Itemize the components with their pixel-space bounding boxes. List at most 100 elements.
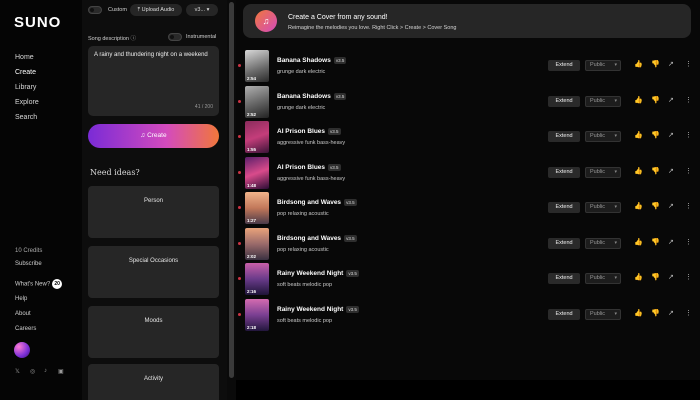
share-icon[interactable]: ↗	[668, 238, 674, 246]
song-tags[interactable]: aggressive funk bass-heavy	[277, 176, 345, 182]
subscribe-link[interactable]: Subscribe	[15, 261, 42, 267]
song-title[interactable]: Banana Shadows v3.5	[277, 92, 347, 100]
more-options-icon[interactable]: ⋮	[685, 131, 692, 139]
song-row[interactable]: 2:16 Rainy Weekend Night v3.5 soft beats …	[236, 261, 700, 297]
share-icon[interactable]: ↗	[668, 167, 674, 175]
x-icon[interactable]: 𝕏	[15, 368, 20, 375]
song-description-input[interactable]: A rainy and thundering night on a weeken…	[88, 46, 219, 116]
like-icon[interactable]: 👍	[634, 309, 643, 317]
more-options-icon[interactable]: ⋮	[685, 238, 692, 246]
upload-audio-button[interactable]: ⤒ Upload Audio	[130, 4, 182, 16]
visibility-select[interactable]: Public ▾	[585, 273, 621, 284]
song-row[interactable]: 2:18 Rainy Weekend Night v3.5 soft beats …	[236, 297, 700, 333]
help-link[interactable]: Help	[15, 296, 27, 302]
share-icon[interactable]: ↗	[668, 309, 674, 317]
song-tags[interactable]: pop relaxing acoustic	[277, 211, 329, 217]
song-title[interactable]: AI Prison Blues v3.5	[277, 128, 341, 135]
extend-button[interactable]: Extend	[548, 95, 580, 107]
like-icon[interactable]: 👍	[634, 273, 643, 281]
song-title[interactable]: AI Prison Blues v3.5	[277, 163, 341, 171]
suno-logo[interactable]: SUNO	[14, 14, 61, 31]
song-title[interactable]: Birdsong and Waves v3.5	[277, 199, 357, 206]
song-thumbnail[interactable]: 2:18	[245, 298, 269, 331]
share-icon[interactable]: ↗	[668, 273, 674, 281]
dislike-icon[interactable]: 👎	[651, 167, 660, 175]
more-options-icon[interactable]: ⋮	[685, 96, 692, 104]
song-title[interactable]: Birdsong and Waves v3.5	[277, 234, 357, 242]
visibility-select[interactable]: Public ▾	[585, 131, 621, 142]
song-row[interactable]: 1:55 AI Prison Blues v3.5 aggressive funk…	[236, 119, 700, 155]
visibility-select[interactable]: Public ▾	[585, 308, 621, 320]
idea-card-moods[interactable]: Moods	[88, 306, 219, 358]
dislike-icon[interactable]: 👎	[651, 96, 660, 104]
song-tags[interactable]: pop relaxing acoustic	[277, 247, 329, 253]
like-icon[interactable]: 👍	[634, 60, 643, 68]
like-icon[interactable]: 👍	[634, 167, 643, 175]
song-row[interactable]: 2:02 Birdsong and Waves v3.5 pop relaxing…	[236, 226, 700, 262]
idea-card-special-occasions[interactable]: Special Occasions	[88, 246, 219, 298]
tiktok-icon[interactable]: ♪	[44, 368, 47, 374]
model-version-select[interactable]: v3... ▾	[186, 4, 218, 16]
song-thumbnail[interactable]: 2:02	[245, 227, 269, 260]
about-link[interactable]: About	[15, 311, 31, 317]
share-icon[interactable]: ↗	[668, 202, 674, 210]
instrumental-toggle[interactable]	[168, 33, 182, 41]
extend-button[interactable]: Extend	[548, 202, 580, 213]
panel-scrollbar[interactable]	[227, 0, 236, 400]
song-tags[interactable]: grunge dark electric	[277, 69, 325, 75]
song-thumbnail[interactable]: 1:48	[245, 156, 269, 189]
song-thumbnail[interactable]: 2:54	[245, 50, 269, 82]
user-avatar[interactable]	[14, 342, 30, 358]
song-row[interactable]: 1:48 AI Prison Blues v3.5 aggressive funk…	[236, 155, 700, 191]
dislike-icon[interactable]: 👎	[651, 273, 660, 281]
idea-card-activity[interactable]: Activity	[88, 364, 219, 400]
like-icon[interactable]: 👍	[634, 131, 643, 139]
discord-icon[interactable]: ▣	[58, 368, 64, 375]
instagram-icon[interactable]: ◎	[30, 368, 35, 375]
like-icon[interactable]: 👍	[634, 96, 643, 104]
dislike-icon[interactable]: 👎	[651, 309, 660, 317]
song-title[interactable]: Rainy Weekend Night v3.5	[277, 305, 359, 313]
share-icon[interactable]: ↗	[668, 60, 674, 68]
extend-button[interactable]: Extend	[548, 166, 580, 178]
song-thumbnail[interactable]: 1:55	[245, 121, 269, 153]
whats-new-link[interactable]: What's New? 20	[15, 279, 63, 289]
visibility-select[interactable]: Public ▾	[585, 202, 621, 213]
visibility-select[interactable]: Public ▾	[585, 237, 621, 249]
song-row[interactable]: 2:52 Banana Shadows v3.5 grunge dark elec…	[236, 84, 700, 120]
idea-card-person[interactable]: Person	[88, 186, 219, 238]
dislike-icon[interactable]: 👎	[651, 60, 660, 68]
dislike-icon[interactable]: 👎	[651, 202, 660, 210]
song-tags[interactable]: aggressive funk bass-heavy	[277, 140, 345, 146]
song-title[interactable]: Rainy Weekend Night v3.5	[277, 270, 359, 277]
dislike-icon[interactable]: 👎	[651, 131, 660, 139]
song-thumbnail[interactable]: 1:27	[245, 192, 269, 224]
more-options-icon[interactable]: ⋮	[685, 60, 692, 68]
careers-link[interactable]: Careers	[15, 326, 36, 332]
extend-button[interactable]: Extend	[548, 60, 580, 71]
song-thumbnail[interactable]: 2:52	[245, 85, 269, 118]
custom-toggle[interactable]	[88, 6, 102, 14]
share-icon[interactable]: ↗	[668, 96, 674, 104]
nav-create[interactable]: Create	[15, 69, 36, 76]
extend-button[interactable]: Extend	[548, 308, 580, 320]
more-options-icon[interactable]: ⋮	[685, 167, 692, 175]
visibility-select[interactable]: Public ▾	[585, 166, 621, 178]
extend-button[interactable]: Extend	[548, 131, 580, 142]
song-thumbnail[interactable]: 2:16	[245, 263, 269, 295]
song-row[interactable]: 2:54 Banana Shadows v3.5 grunge dark elec…	[236, 48, 700, 84]
nav-explore[interactable]: Explore	[15, 99, 39, 106]
nav-search[interactable]: Search	[15, 114, 37, 121]
extend-button[interactable]: Extend	[548, 273, 580, 284]
visibility-select[interactable]: Public ▾	[585, 95, 621, 107]
song-tags[interactable]: grunge dark electric	[277, 105, 325, 111]
extend-button[interactable]: Extend	[548, 237, 580, 249]
song-tags[interactable]: soft beats melodic pop	[277, 318, 332, 324]
share-icon[interactable]: ↗	[668, 131, 674, 139]
cover-banner[interactable]: ♫ Create a Cover from any sound! Reimagi…	[243, 4, 691, 38]
like-icon[interactable]: 👍	[634, 238, 643, 246]
song-tags[interactable]: soft beats melodic pop	[277, 282, 332, 288]
panel-scrollbar-thumb[interactable]	[229, 2, 234, 378]
song-row[interactable]: 1:27 Birdsong and Waves v3.5 pop relaxing…	[236, 190, 700, 226]
like-icon[interactable]: 👍	[634, 202, 643, 210]
